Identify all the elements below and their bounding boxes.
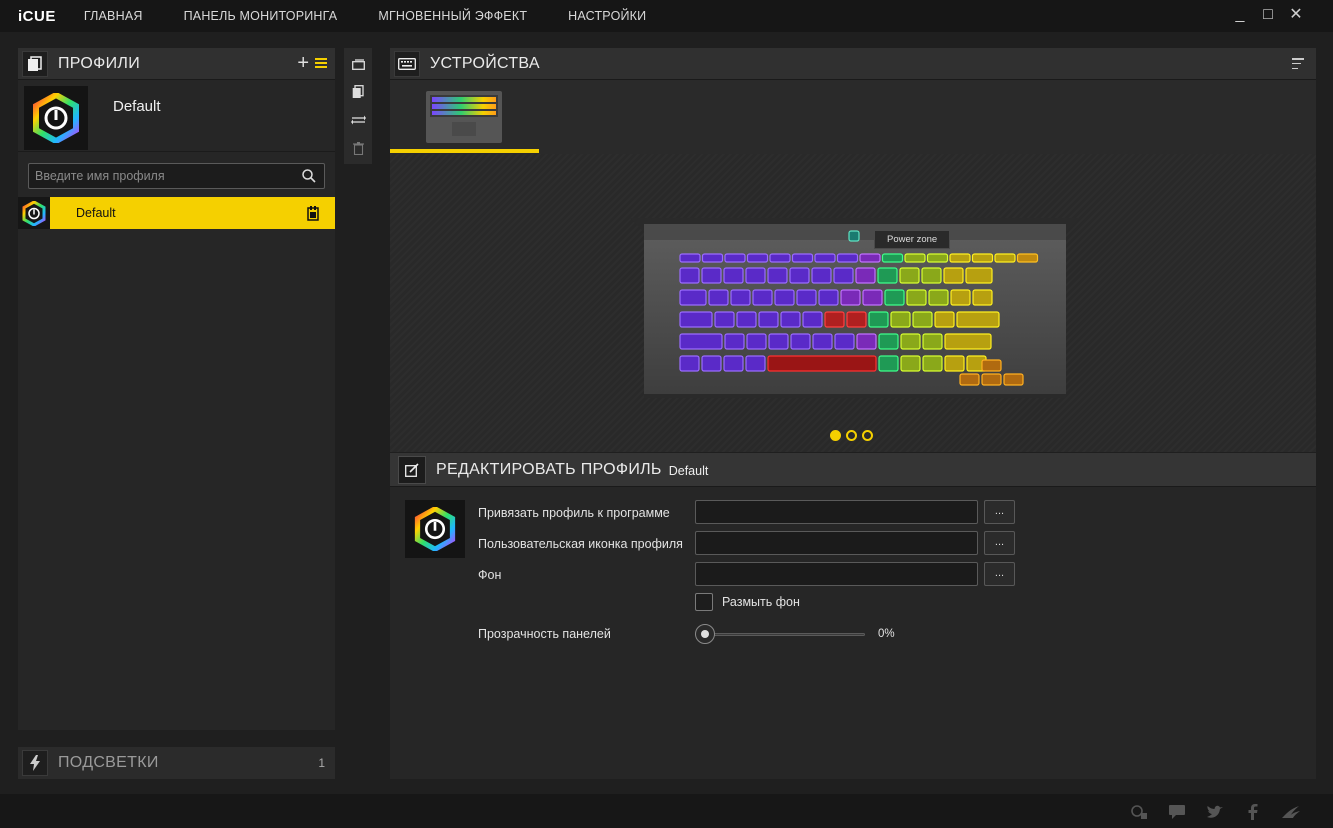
blur-background-label: Размыть фон xyxy=(722,595,800,609)
page-dot[interactable] xyxy=(830,430,841,441)
lighting-count: 1 xyxy=(318,756,325,770)
forum-icon[interactable] xyxy=(1167,803,1187,821)
background-input[interactable] xyxy=(695,562,978,586)
nav-settings[interactable]: НАСТРОЙКИ xyxy=(568,9,646,23)
edit-profile-panel: РЕДАКТИРОВАТЬ ПРОФИЛЬ Default Привязать … xyxy=(390,453,1316,779)
device-tab-laptop[interactable] xyxy=(390,86,539,150)
lighting-title: ПОДСВЕТКИ xyxy=(58,754,159,771)
app-window: iCUE ГЛАВНАЯ ПАНЕЛЬ МОНИТОРИНГА МГНОВЕНН… xyxy=(0,0,1333,828)
window-controls: _ □ ✕ xyxy=(1231,6,1305,24)
profiles-panel: ПРОФИЛИ + Default Введите имя профиля De… xyxy=(18,48,335,730)
facebook-icon[interactable] xyxy=(1243,803,1263,821)
corsair-logo-icon[interactable] xyxy=(1281,803,1301,821)
page-dot[interactable] xyxy=(862,430,873,441)
trash-icon[interactable] xyxy=(350,140,366,156)
device-tab-indicator xyxy=(390,149,539,153)
power-zone-tooltip: Power zone xyxy=(874,230,951,249)
current-profile-name: Default xyxy=(113,98,161,115)
lightning-icon xyxy=(22,750,48,776)
social-links xyxy=(1129,803,1301,821)
devices-header: УСТРОЙСТВА xyxy=(390,48,1316,80)
profiles-icon xyxy=(22,50,48,77)
copy-icon[interactable] xyxy=(350,84,366,100)
profile-search-input[interactable] xyxy=(29,164,294,188)
profile-avatar xyxy=(24,86,88,150)
title-bar: iCUE ГЛАВНАЯ ПАНЕЛЬ МОНИТОРИНГА МГНОВЕНН… xyxy=(0,0,1333,32)
sort-icon[interactable] xyxy=(1292,58,1304,69)
edit-profile-title: РЕДАКТИРОВАТЬ ПРОФИЛЬ xyxy=(436,460,662,478)
profile-row-label: Default xyxy=(76,206,116,220)
icue-logo-icon xyxy=(22,200,46,226)
panel-opacity-value: 0% xyxy=(878,628,895,640)
keyboard-icon xyxy=(394,50,420,77)
profiles-header: ПРОФИЛИ + xyxy=(18,48,335,80)
profiles-menu-icon[interactable] xyxy=(315,58,327,68)
app-logo: iCUE xyxy=(18,7,56,25)
panel-opacity-handle[interactable] xyxy=(695,624,715,644)
page-dot[interactable] xyxy=(846,430,857,441)
twitter-icon[interactable] xyxy=(1205,803,1225,821)
devices-panel: УСТРОЙСТВА Power zone xyxy=(390,48,1316,452)
page-indicator xyxy=(830,430,873,441)
search-icon[interactable] xyxy=(302,169,316,183)
blur-background-checkbox[interactable] xyxy=(695,593,713,611)
edit-profile-name: Default xyxy=(668,463,709,478)
minimize-button[interactable]: _ xyxy=(1231,6,1249,24)
onboard-memory-icon[interactable] xyxy=(307,205,319,221)
laptop-keyboard-preview[interactable] xyxy=(630,216,1080,402)
panel-opacity-slider[interactable] xyxy=(705,633,865,636)
new-window-icon[interactable] xyxy=(350,56,366,72)
custom-icon-input[interactable] xyxy=(695,531,978,555)
edit-icon xyxy=(398,455,426,484)
maximize-button[interactable]: □ xyxy=(1259,6,1277,24)
icue-logo-icon xyxy=(33,93,79,143)
custom-icon-label: Пользовательская иконка профиля xyxy=(478,537,683,551)
lighting-panel[interactable]: ПОДСВЕТКИ 1 xyxy=(18,747,335,779)
add-profile-button[interactable]: + xyxy=(297,53,309,73)
nav-monitoring[interactable]: ПАНЕЛЬ МОНИТОРИНГА xyxy=(184,9,338,23)
profiles-actions: + xyxy=(297,53,327,73)
edit-profile-avatar[interactable] xyxy=(405,500,465,558)
profile-search xyxy=(28,163,325,189)
profile-toolbar xyxy=(344,48,372,164)
device-preview: Power zone xyxy=(390,154,1316,452)
nav-home[interactable]: ГЛАВНАЯ xyxy=(84,9,143,23)
background-label: Фон xyxy=(478,568,502,582)
nav-instant-lighting[interactable]: МГНОВЕННЫЙ ЭФФЕКТ xyxy=(378,9,527,23)
profiles-title: ПРОФИЛИ xyxy=(58,54,141,72)
profile-row-avatar xyxy=(18,197,50,229)
current-profile-card: Default xyxy=(18,80,335,152)
icue-logo-icon xyxy=(414,507,456,551)
devices-title: УСТРОЙСТВА xyxy=(430,54,540,72)
import-export-icon[interactable] xyxy=(350,112,366,128)
link-program-browse-button[interactable]: ... xyxy=(984,500,1015,524)
close-button[interactable]: ✕ xyxy=(1287,6,1305,24)
background-browse-button[interactable]: ... xyxy=(984,562,1015,586)
list-item[interactable]: Default xyxy=(18,197,335,229)
footer-bar xyxy=(0,794,1333,828)
panel-opacity-label: Прозрачность панелей xyxy=(478,627,611,641)
support-icon[interactable] xyxy=(1129,803,1149,821)
link-program-label: Привязать профиль к программе xyxy=(478,506,670,520)
custom-icon-browse-button[interactable]: ... xyxy=(984,531,1015,555)
edit-profile-header: РЕДАКТИРОВАТЬ ПРОФИЛЬ Default xyxy=(390,453,1316,487)
link-program-input[interactable] xyxy=(695,500,978,524)
